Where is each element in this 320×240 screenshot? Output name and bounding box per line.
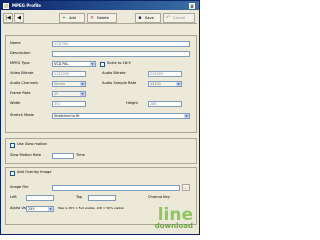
name-field[interactable]: VCD PAL bbox=[52, 41, 190, 47]
width-field[interactable]: 352 bbox=[52, 101, 86, 107]
chroma-key-label: Chroma Key bbox=[148, 195, 170, 199]
video-bitrate-label: Video Bitrate bbox=[10, 71, 34, 75]
stretch-mode-select[interactable]: Stretched to fit ▼ bbox=[52, 113, 190, 119]
slow-motion-group: Use Slow motion Slow Motion Rate Time bbox=[5, 138, 197, 164]
prev-icon: ◀ bbox=[17, 15, 21, 21]
folder-icon: … bbox=[184, 186, 188, 190]
description-field[interactable] bbox=[52, 51, 190, 57]
watermark-line2: download bbox=[154, 222, 193, 230]
browse-button[interactable]: … bbox=[182, 184, 190, 191]
alpha-hint: Max is 255 = Full visible, 128 = 50% vis… bbox=[58, 206, 124, 210]
chevron-down-icon: ▼ bbox=[176, 82, 181, 86]
audio-sample-rate-select[interactable]: 44100 ▼ bbox=[148, 81, 182, 87]
mpeg-type-select[interactable]: VCD PAL ▼ bbox=[52, 61, 96, 67]
first-icon: |◀ bbox=[5, 15, 11, 21]
audio-channels-value: Stereo bbox=[54, 82, 66, 86]
height-field[interactable]: 288 bbox=[148, 101, 182, 107]
slow-motion-checkbox[interactable] bbox=[10, 143, 15, 148]
audio-sample-rate-value: 44100 bbox=[150, 82, 161, 86]
stretch-mode-value: Stretched to fit bbox=[54, 114, 80, 118]
image-file-label: Image File bbox=[10, 185, 29, 189]
cancel-label: Cancel bbox=[173, 16, 186, 20]
cancel-icon: ↶ bbox=[165, 15, 171, 21]
add-label: Add bbox=[69, 16, 76, 20]
chevron-down-icon: ▼ bbox=[80, 82, 85, 86]
left-label: Left bbox=[10, 195, 17, 199]
prev-record-button[interactable]: ◀ bbox=[14, 13, 24, 23]
save-button[interactable]: ▪ Save bbox=[135, 13, 161, 23]
window-title: MPEG Profile bbox=[12, 3, 42, 8]
delete-button[interactable]: × Delete bbox=[87, 13, 117, 23]
app-icon bbox=[3, 2, 9, 9]
audio-channels-select[interactable]: Stereo ▼ bbox=[52, 81, 86, 87]
chevron-down-icon: ▼ bbox=[90, 62, 95, 66]
profile-group: Name VCD PAL Description MPEG Type VCD P… bbox=[5, 35, 197, 133]
cancel-button[interactable]: ↶ Cancel bbox=[163, 13, 195, 23]
title-bar[interactable]: MPEG Profile × bbox=[1, 1, 199, 10]
alpha-value: 255 bbox=[28, 207, 35, 211]
delete-label: Delete bbox=[97, 16, 109, 20]
chevron-down-icon: ▼ bbox=[48, 207, 53, 211]
chevron-down-icon: ▼ bbox=[184, 114, 189, 118]
close-icon[interactable]: × bbox=[189, 2, 195, 9]
scale-checkbox[interactable] bbox=[100, 62, 105, 67]
audio-bitrate-label: Audio Bitrate bbox=[102, 71, 126, 75]
stretch-mode-label: Stretch Mode bbox=[10, 113, 34, 117]
left-field[interactable] bbox=[26, 195, 54, 201]
mpeg-type-value: VCD PAL bbox=[54, 62, 69, 66]
add-button[interactable]: + Add bbox=[59, 13, 85, 23]
overlay-label: Add Overlay Image bbox=[17, 170, 52, 174]
audio-bitrate-field[interactable]: 224000 bbox=[148, 71, 182, 77]
description-label: Description bbox=[10, 51, 31, 55]
toolbar: |◀ ◀ + Add × Delete ▪ Save ↶ Cancel bbox=[3, 12, 197, 24]
save-icon: ▪ bbox=[138, 15, 142, 21]
name-label: Name bbox=[10, 41, 21, 45]
first-record-button[interactable]: |◀ bbox=[3, 13, 13, 23]
alpha-select[interactable]: 255 ▼ bbox=[26, 206, 54, 212]
slow-motion-rate-label: Slow Motion Rate bbox=[10, 153, 42, 157]
top-label: Top bbox=[76, 195, 83, 199]
times-label: Time bbox=[76, 153, 85, 157]
frame-rate-value: 25 bbox=[54, 92, 59, 96]
watermark-line1: line bbox=[157, 205, 193, 225]
slow-motion-rate-field[interactable] bbox=[52, 153, 74, 159]
watermark-logo: line download bbox=[155, 207, 193, 230]
image-file-field[interactable] bbox=[52, 185, 180, 191]
scale-label: Scale to 16:9 bbox=[107, 61, 131, 65]
save-label: Save bbox=[145, 16, 154, 20]
audio-channels-label: Audio Channels bbox=[10, 81, 38, 85]
mpeg-type-label: MPEG Type bbox=[10, 61, 30, 65]
frame-rate-label: Frame Rate bbox=[10, 91, 31, 95]
top-field[interactable] bbox=[88, 195, 116, 201]
frame-rate-select[interactable]: 25 ▼ bbox=[52, 91, 86, 97]
overlay-checkbox[interactable] bbox=[10, 171, 15, 176]
audio-sample-rate-label: Audio Sample Rate bbox=[102, 81, 137, 85]
slow-motion-label: Use Slow motion bbox=[17, 142, 47, 146]
chevron-down-icon: ▼ bbox=[80, 92, 85, 96]
delete-icon: × bbox=[89, 15, 95, 21]
height-label: Height bbox=[126, 101, 138, 105]
video-bitrate-field[interactable]: 1152000 bbox=[52, 71, 86, 77]
plus-icon: + bbox=[61, 15, 67, 21]
mpeg-profile-window: MPEG Profile × |◀ ◀ + Add × Delete ▪ Sav… bbox=[0, 0, 200, 235]
width-label: Width bbox=[10, 101, 21, 105]
